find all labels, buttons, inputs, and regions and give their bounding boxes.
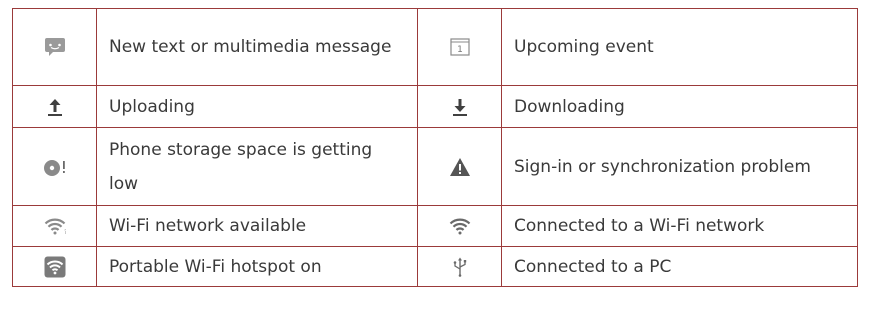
storage-low-icon	[43, 159, 65, 176]
table-row: New text or multimedia message 1 Upcomin…	[12, 8, 858, 86]
wifi-connected-icon	[449, 218, 470, 235]
usb-icon	[453, 257, 466, 277]
icon-cell: 1	[417, 8, 502, 86]
row-label: Downloading	[501, 85, 858, 128]
row-label: Portable Wi-Fi hotspot on	[96, 246, 418, 287]
icon-cell	[12, 85, 97, 128]
icon-cell	[12, 8, 97, 86]
row-label: Connected to a Wi-Fi network	[501, 205, 858, 247]
row-label: Upcoming event	[501, 8, 858, 86]
wifi-available-icon: ?	[44, 218, 66, 235]
icon-cell	[417, 205, 502, 247]
svg-text:?: ?	[64, 229, 66, 235]
row-label: Connected to a PC	[501, 246, 858, 287]
row-label: Uploading	[96, 85, 418, 128]
message-icon	[44, 38, 65, 56]
row-label: Phone storage space is getting low	[96, 127, 418, 206]
icon-cell	[12, 127, 97, 206]
icon-cell	[417, 246, 502, 287]
upload-icon	[47, 98, 62, 116]
icon-cell	[12, 246, 97, 287]
notification-icons-table: New text or multimedia message 1 Upcomin…	[12, 8, 858, 287]
calendar-icon: 1	[449, 38, 470, 56]
icon-cell	[417, 127, 502, 206]
table-row: Portable Wi-Fi hotspot on Connected to a…	[12, 246, 858, 287]
row-label: Sign-in or synchronization problem	[501, 127, 858, 206]
download-icon	[452, 98, 467, 116]
table-row: Phone storage space is getting low Sign-…	[12, 127, 858, 206]
icon-cell: ?	[12, 205, 97, 247]
row-label: New text or multimedia message	[96, 8, 418, 86]
calendar-icon-number: 1	[457, 45, 463, 55]
row-label: Wi-Fi network available	[96, 205, 418, 247]
warning-icon	[449, 157, 470, 176]
table-row: ? Wi-Fi network available Connected to a…	[12, 205, 858, 247]
wifi-hotspot-icon	[44, 256, 65, 277]
icon-cell	[417, 85, 502, 128]
table-row: Uploading Downloading	[12, 85, 858, 128]
